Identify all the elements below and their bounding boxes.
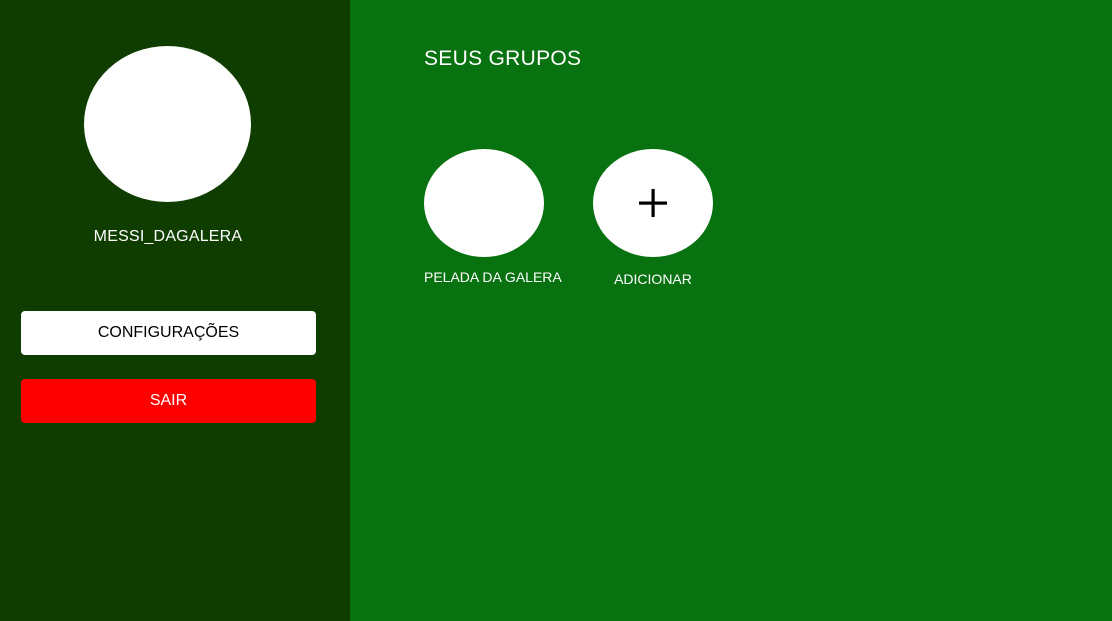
group-label: PELADA DA GALERA [424,269,562,285]
username: MESSI_DAGALERA [93,228,243,245]
avatar[interactable] [84,46,251,202]
sidebar: MESSI_DAGALERA CONFIGURAÇÕES SAIR [0,0,350,621]
add-group-button[interactable]: ADICIONAR [593,149,733,287]
add-group-circle[interactable] [593,149,713,257]
settings-button-label: CONFIGURAÇÕES [97,324,240,341]
exit-button[interactable]: SAIR [21,379,316,423]
page-title: SEUS GRUPOS [424,47,582,70]
app-window: MESSI_DAGALERA CONFIGURAÇÕES SAIR SEUS G… [0,0,1112,621]
main-content: SEUS GRUPOS PELADA DA GALERA ADICIONAR [350,0,1112,621]
group-avatar[interactable] [424,149,544,257]
exit-button-label: SAIR [149,392,188,409]
settings-button[interactable]: CONFIGURAÇÕES [21,311,316,355]
group-item-pelada-da-galera[interactable]: PELADA DA GALERA [424,149,564,285]
add-group-label: ADICIONAR [614,271,692,287]
plus-icon [639,189,667,217]
